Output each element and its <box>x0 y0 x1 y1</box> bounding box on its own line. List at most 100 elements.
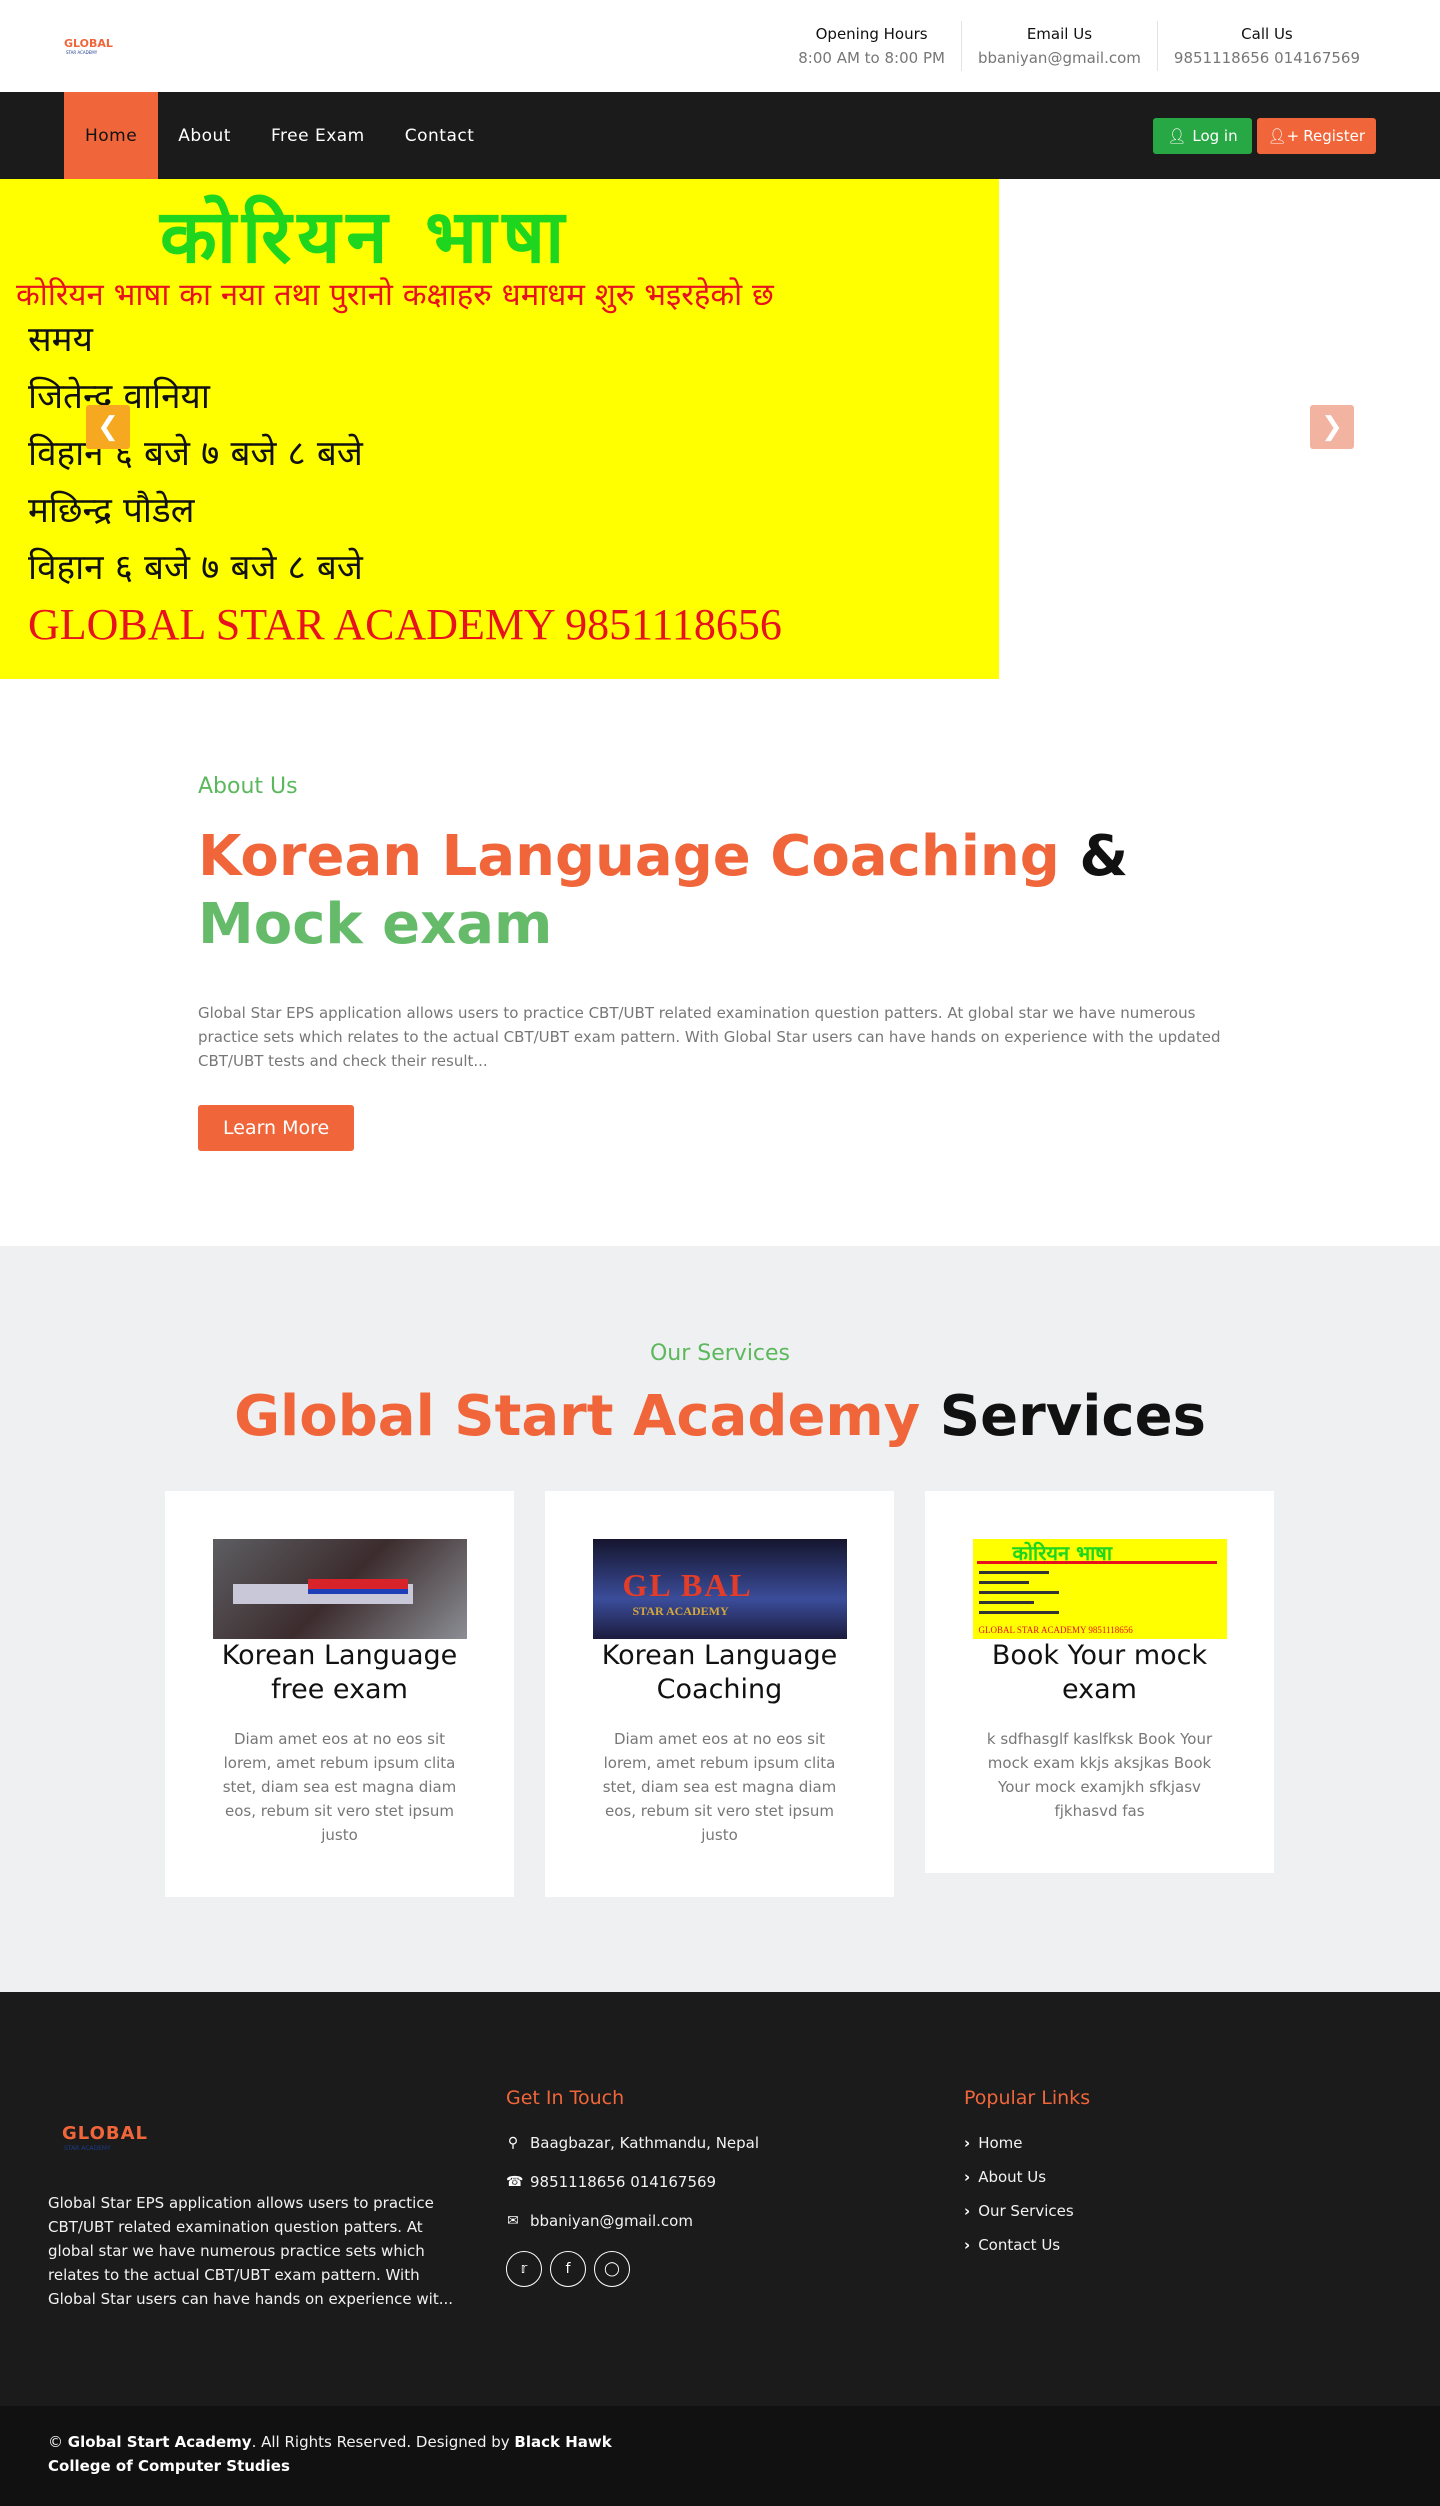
about-title-amp: & <box>1079 824 1129 889</box>
hero-carousel: कोरियन भाषा कोरियन भाषा का नया तथा पुरान… <box>0 179 1440 679</box>
footer-link-label: Our Services <box>978 2202 1074 2220</box>
envelope-icon: ✉ <box>507 2213 519 2229</box>
footer-link-contact[interactable]: › Contact Us <box>964 2236 1364 2254</box>
flyer-footer: GLOBAL STAR ACADEMY 9851118656 <box>978 1625 1133 1635</box>
service-image-academy: GL BAL STAR ACADEMY <box>592 1539 847 1639</box>
academy-image-subtitle: STAR ACADEMY <box>632 1604 729 1618</box>
academy-image-title: GL BAL <box>622 1567 753 1603</box>
about-description: Global Star EPS application allows users… <box>198 1004 1221 1070</box>
service-image-classroom <box>212 1539 467 1639</box>
flyer-text-line <box>978 1571 1049 1574</box>
banner-subheadline: कोरियन भाषा का नया तथा पुरानो कक्षाहरु ध… <box>16 277 774 313</box>
nav-home[interactable]: Home <box>64 92 159 179</box>
top-info-bar: GLOBAL STAR ACADEMY Opening Hours 8:00 A… <box>0 0 1440 92</box>
social-links: 𝕣 f ◯ <box>506 2251 964 2287</box>
chevron-right-icon: › <box>964 2236 971 2254</box>
nav-free-exam[interactable]: Free Exam <box>251 92 385 179</box>
footer-links-column: Popular Links › Home › About Us › Our Servi… <box>964 2087 1364 2311</box>
footer-logo[interactable]: GLOBAL STAR ACADEMY <box>48 2115 147 2175</box>
call-title: Call Us <box>1241 25 1293 43</box>
opening-hours-title: Opening Hours <box>815 25 928 43</box>
opening-hours: Opening Hours 8:00 AM to 8:00 PM <box>782 21 961 71</box>
map-marker-icon: ⚲ <box>507 2135 519 2151</box>
footer-link-about[interactable]: › About Us <box>964 2168 1364 2186</box>
footer-link-home[interactable]: › Home <box>964 2134 1364 2152</box>
service-card-free-exam[interactable]: Korean Language free exam Diam amet eos … <box>165 1491 514 1897</box>
flyer-text-line <box>978 1591 1059 1594</box>
services-section: Our Services Global Start Academy Servic… <box>0 1246 1440 1992</box>
copyright-bar: © Global Start Academy. All Rights Reser… <box>0 2406 1440 2506</box>
logo-text: GLOBAL <box>64 37 113 50</box>
about-title-part3: Mock exam <box>198 892 553 957</box>
footer-address-text: Baagbazar, Kathmandu, Nepal <box>530 2134 760 2152</box>
copyright-text: © Global Start Academy. All Rights Reser… <box>48 2430 668 2478</box>
footer-link-services[interactable]: › Our Services <box>964 2202 1364 2220</box>
nav-contact[interactable]: Contact <box>385 92 495 179</box>
site-footer: GLOBAL STAR ACADEMY Global Star EPS appl… <box>0 1992 1440 2406</box>
footer-logo-subtext: STAR ACADEMY <box>64 2145 111 2152</box>
footer-phone-text: 9851118656 014167569 <box>530 2173 717 2191</box>
footer-about-text: Global Star EPS application allows users… <box>48 2194 454 2308</box>
user-plus-icon: 👤︎+ <box>1267 126 1300 145</box>
instagram-icon[interactable]: ◯ <box>594 2251 630 2287</box>
carousel-prev-button[interactable]: ❮ <box>86 405 130 449</box>
about-eyebrow: About Us <box>198 774 298 799</box>
phone-icon: ☎ <box>506 2174 524 2190</box>
services-title-part1: Global Start Academy <box>234 1384 921 1449</box>
footer-contact-column: Get In Touch ⚲ Baagbazar, Kathmandu, Nep… <box>506 2087 964 2311</box>
banner-line-teacher2: मछिन्द्र पौडेल <box>28 491 195 531</box>
learn-more-button[interactable]: Learn More <box>198 1105 355 1151</box>
footer-contact-heading: Get In Touch <box>506 2087 625 2109</box>
service-card-text: k sdfhasglf kaslfksk Book Your mock exam… <box>986 1730 1213 1820</box>
copyright-name[interactable]: Global Start Academy <box>68 2433 252 2451</box>
call-value: 9851118656 014167569 <box>1173 49 1360 67</box>
service-cards: Korean Language free exam Diam amet eos … <box>0 1491 1440 1897</box>
opening-hours-value: 8:00 AM to 8:00 PM <box>798 49 945 67</box>
facebook-icon[interactable]: f <box>550 2251 586 2287</box>
twitter-icon[interactable]: 𝕣 <box>506 2251 542 2287</box>
email-value: bbaniyan@gmail.com <box>977 49 1141 67</box>
banner-headline: कोरियन भाषा <box>160 194 571 280</box>
logo-subtext: STAR ACADEMY <box>66 50 98 55</box>
contact-info-row: Opening Hours 8:00 AM to 8:00 PM Email U… <box>782 0 1376 92</box>
footer-email: ✉ bbaniyan@gmail.com <box>506 2212 964 2230</box>
service-card-title: Korean Language free exam <box>221 1640 458 1705</box>
email-title: Email Us <box>1026 25 1093 43</box>
register-button[interactable]: 👤︎+ Register <box>1256 117 1376 154</box>
login-button[interactable]: 👤︎ Log in <box>1153 117 1252 154</box>
service-card-text: Diam amet eos at no eos sit lorem, amet … <box>222 1730 457 1844</box>
copyright-symbol: © <box>48 2433 63 2451</box>
image-banner-red <box>307 1579 408 1589</box>
services-eyebrow: Our Services <box>649 1341 791 1366</box>
image-banner-blue <box>307 1589 408 1594</box>
service-image-flyer: कोरियन भाषा GLOBAL STAR ACADEMY 98511186… <box>972 1539 1227 1639</box>
banner-line-schedule2: विहान ६ बजे ७ बजे ८ बजे <box>28 548 363 588</box>
flyer-text-line <box>978 1611 1059 1614</box>
footer-link-label: About Us <box>978 2168 1047 2186</box>
banner-footer-line: GLOBAL STAR ACADEMY 9851118656 <box>28 600 782 649</box>
chevron-right-icon: › <box>964 2202 971 2220</box>
nav-about[interactable]: About <box>158 92 251 179</box>
footer-link-label: Contact Us <box>978 2236 1061 2254</box>
service-card-title: Book Your mock exam <box>991 1640 1208 1705</box>
services-title: Global Start Academy Services <box>0 1384 1440 1449</box>
flyer-text-line <box>978 1601 1034 1604</box>
footer-about-column: GLOBAL STAR ACADEMY Global Star EPS appl… <box>48 2087 506 2311</box>
service-card-title: Korean Language Coaching <box>601 1640 838 1705</box>
footer-logo-text: GLOBAL <box>62 2123 149 2144</box>
about-section: About Us Korean Language Coaching & Mock… <box>0 679 1440 1246</box>
call-info: Call Us 9851118656 014167569 <box>1156 21 1376 71</box>
footer-email-text: bbaniyan@gmail.com <box>530 2212 693 2230</box>
flyer-text-line <box>978 1581 1029 1584</box>
main-navbar: Home About Free Exam Contact 👤︎ Log in 👤… <box>0 92 1440 179</box>
service-card-coaching[interactable]: GL BAL STAR ACADEMY Korean Language Coac… <box>545 1491 894 1897</box>
email-info: Email Us bbaniyan@gmail.com <box>960 21 1157 71</box>
footer-phone: ☎ 9851118656 014167569 <box>506 2173 964 2191</box>
services-title-part2: Services <box>939 1384 1206 1449</box>
auth-buttons: 👤︎ Log in 👤︎+ Register <box>1153 117 1376 154</box>
service-card-mock-exam[interactable]: कोरियन भाषा GLOBAL STAR ACADEMY 98511186… <box>925 1491 1274 1873</box>
chevron-right-icon: › <box>964 2168 971 2186</box>
footer-address: ⚲ Baagbazar, Kathmandu, Nepal <box>506 2134 964 2152</box>
brand-logo[interactable]: GLOBAL STAR ACADEMY <box>64 35 113 57</box>
carousel-next-button[interactable]: ❯ <box>1310 405 1354 449</box>
